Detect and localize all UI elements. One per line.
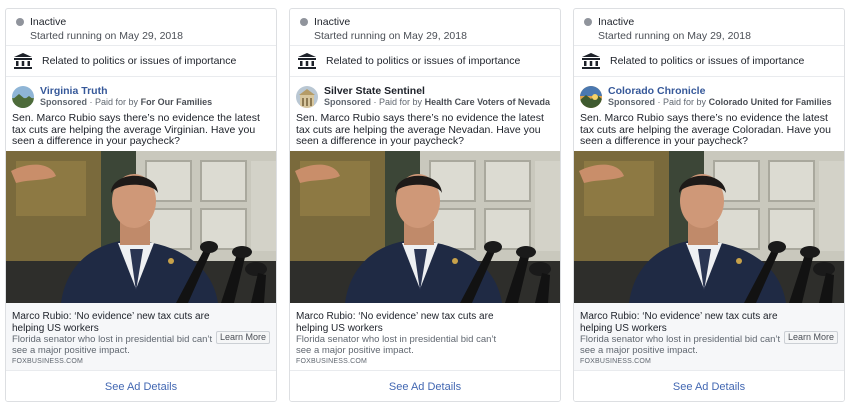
status-label: Inactive [30,15,67,28]
sponsor-line: Sponsored · Paid for by Colorado United … [608,97,832,108]
link-title: Marco Rubio: ‘No evidence’ new tax cuts … [296,311,494,334]
category-label: Related to politics or issues of importa… [42,55,237,67]
page-name-link[interactable]: Virginia Truth [40,85,212,97]
category-row: Related to politics or issues of importa… [290,46,560,77]
payer-name: Health Care Voters of Nevada [424,96,550,107]
sunset-photo-icon[interactable] [580,85,602,108]
ad-body-text: Sen. Marco Rubio says there’s no evidenc… [12,112,260,147]
see-ad-details-link[interactable]: See Ad Details [105,381,177,393]
category-label: Related to politics or issues of importa… [610,55,805,67]
inactive-dot-icon [584,17,592,26]
link-preview[interactable]: Marco Rubio: ‘No evidence’ new tax cuts … [6,303,276,371]
status-label: Inactive [314,15,351,28]
page-header: Colorado Chronicle Sponsored · Paid for … [574,77,844,110]
page-name-link[interactable]: Colorado Chronicle [608,85,832,97]
link-preview[interactable]: Marco Rubio: ‘No evidence’ new tax cuts … [574,303,844,371]
learn-more-button[interactable]: Learn More [215,331,270,344]
see-ad-details-link[interactable]: See Ad Details [389,381,461,393]
ad-photo[interactable] [6,151,276,303]
building-icon [14,53,32,69]
sponsor-line: Sponsored · Paid for by Health Care Vote… [324,97,550,108]
ad-card: Inactive Started running on May 29, 2018… [5,8,277,402]
ad-body-text: Sen. Marco Rubio says there’s no evidenc… [296,112,544,147]
sponsored-label: Sponsored [324,96,372,107]
inactive-dot-icon [300,17,308,26]
paid-for-prefix: · Paid for by [373,96,423,107]
building-icon [582,53,600,69]
learn-more-button[interactable]: Learn More [783,331,838,344]
link-domain: FOXBUSINESS.COM [580,358,652,365]
landscape-photo-icon[interactable] [12,85,34,108]
building-icon [298,53,316,69]
ad-card: Inactive Started running on May 29, 2018… [573,8,845,402]
link-description: Florida senator who lost in presidential… [580,334,781,356]
ad-photo[interactable] [290,151,560,303]
page-name-link[interactable]: Silver State Sentinel [324,85,550,97]
link-domain: FOXBUSINESS.COM [296,358,368,365]
link-description: Florida senator who lost in presidential… [12,334,213,356]
ad-card: Inactive Started running on May 29, 2018… [289,8,561,402]
start-date: Started running on May 29, 2018 [598,30,751,42]
sponsored-label: Sponsored [608,96,656,107]
category-row: Related to politics or issues of importa… [6,46,276,77]
ad-status: Inactive Started running on May 29, 2018 [290,9,560,46]
details-row: See Ad Details [574,371,844,401]
link-title: Marco Rubio: ‘No evidence’ new tax cuts … [580,311,778,334]
landmark-photo-icon[interactable] [296,85,318,108]
page-header: Silver State Sentinel Sponsored · Paid f… [290,77,560,110]
details-row: See Ad Details [290,371,560,401]
payer-name: For Our Families [140,96,213,107]
start-date: Started running on May 29, 2018 [30,30,183,42]
ad-photo[interactable] [574,151,844,303]
page-header: Virginia Truth Sponsored · Paid for by F… [6,77,276,110]
paid-for-prefix: · Paid for by [657,96,707,107]
details-row: See Ad Details [6,371,276,401]
link-description: Florida senator who lost in presidential… [296,334,497,356]
inactive-dot-icon [16,17,24,26]
payer-name: Colorado United for Families [708,96,832,107]
ad-body-text: Sen. Marco Rubio says there’s no evidenc… [580,112,831,147]
sponsored-label: Sponsored [40,96,88,107]
link-title: Marco Rubio: ‘No evidence’ new tax cuts … [12,311,210,334]
link-domain: FOXBUSINESS.COM [12,358,84,365]
status-label: Inactive [598,15,635,28]
category-label: Related to politics or issues of importa… [326,55,521,67]
ad-status: Inactive Started running on May 29, 2018 [574,9,844,46]
ad-status: Inactive Started running on May 29, 2018 [6,9,276,46]
start-date: Started running on May 29, 2018 [314,30,467,42]
link-preview[interactable]: Marco Rubio: ‘No evidence’ new tax cuts … [290,303,560,371]
see-ad-details-link[interactable]: See Ad Details [673,381,745,393]
category-row: Related to politics or issues of importa… [574,46,844,77]
paid-for-prefix: · Paid for by [89,96,139,107]
sponsor-line: Sponsored · Paid for by For Our Families [40,97,212,108]
